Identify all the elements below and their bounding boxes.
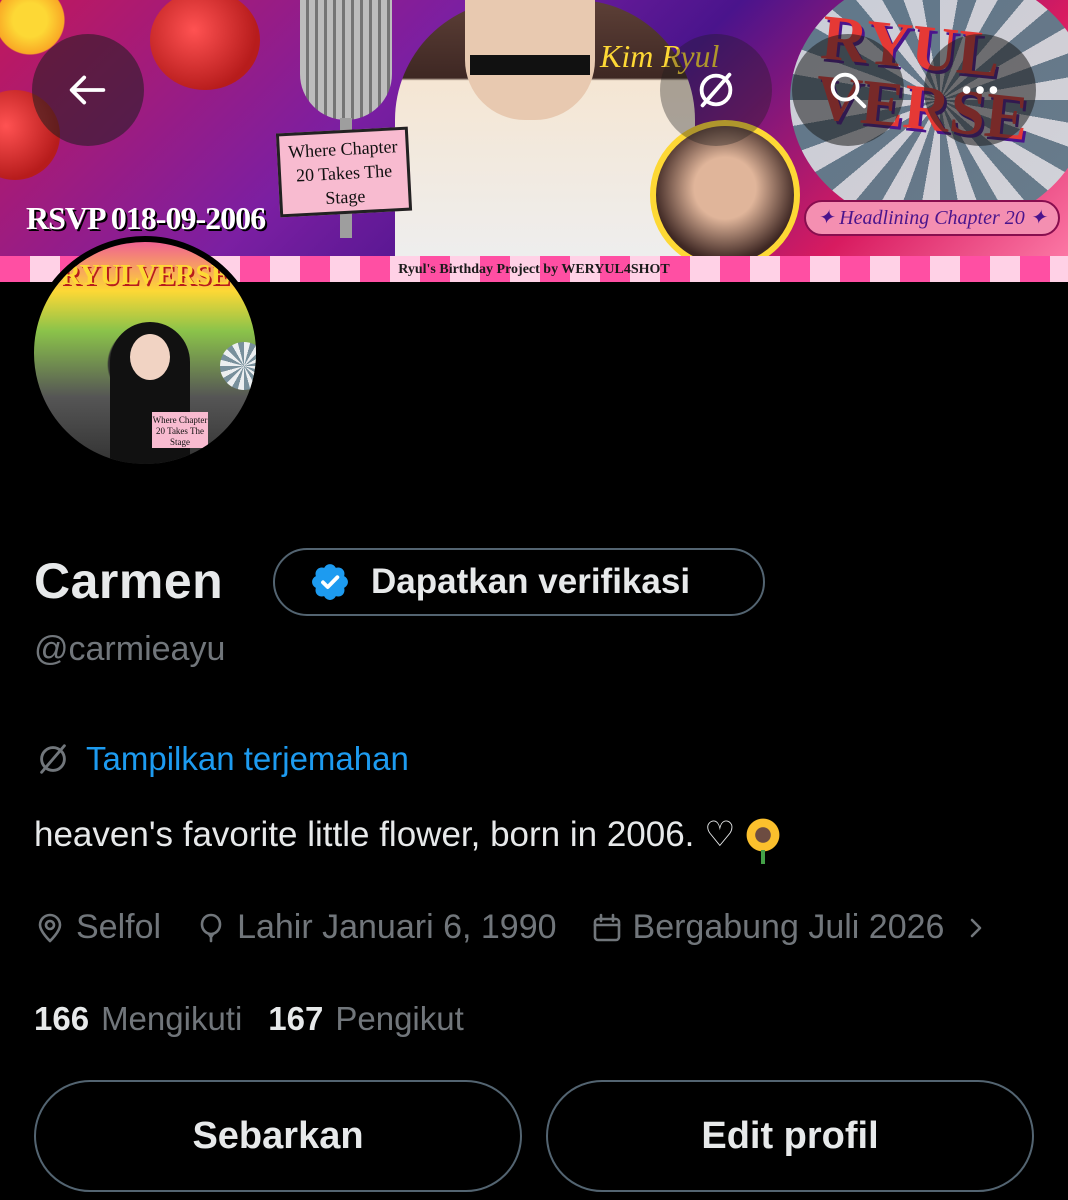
joined-text: Bergabung Juli 2026 — [632, 908, 945, 946]
calendar-icon — [593, 913, 620, 941]
profile-meta: Selfol Lahir Januari 6, 1990 Bergabung J… — [34, 908, 992, 947]
followers-count[interactable]: 167 — [268, 1000, 323, 1038]
avatar-disco-ball — [220, 342, 256, 390]
edit-profile-label: Edit profil — [701, 1114, 879, 1157]
translate-icon — [699, 72, 733, 108]
joined-item[interactable]: Bergabung Juli 2026 — [591, 908, 945, 947]
location-pin-icon — [38, 913, 62, 942]
sunflower-emoji-icon — [743, 816, 782, 864]
balloon-icon — [200, 913, 222, 942]
sunglasses-decoration — [470, 55, 590, 75]
verified-badge-icon — [312, 564, 348, 600]
search-button[interactable] — [792, 34, 904, 146]
banner-rsvp-text: RSVP 018-09-2006 — [26, 200, 266, 236]
get-verified-label: Dapatkan verifikasi — [371, 562, 691, 601]
banner-sign: Where Chapter 20 Takes The Stage — [275, 126, 413, 218]
microphone-decoration — [300, 0, 392, 120]
birthday-text: Lahir Januari 6, 1990 — [237, 908, 557, 946]
profile-avatar[interactable]: RYULVERSE Where Chapter 20 Takes The Sta… — [28, 236, 262, 470]
share-profile-button[interactable]: Sebarkan — [34, 1080, 522, 1192]
banner-headline: ✦ Headlining Chapter 20 ✦ — [804, 200, 1060, 236]
rose-decoration — [150, 0, 260, 90]
profile-handle: @carmieayu — [34, 630, 226, 668]
profile-name: Carmen — [34, 553, 224, 609]
show-translation-label: Tampilkan terjemahan — [86, 740, 409, 777]
more-button[interactable] — [924, 34, 1036, 146]
translate-button[interactable] — [660, 34, 772, 146]
translate-icon — [40, 744, 66, 774]
more-horizontal-icon — [962, 86, 998, 94]
edit-profile-button[interactable]: Edit profil — [546, 1080, 1034, 1192]
arrow-left-icon — [69, 75, 106, 105]
share-profile-label: Sebarkan — [192, 1114, 364, 1157]
avatar-title: RYULVERSE — [60, 260, 230, 291]
search-icon — [830, 72, 867, 109]
location-text: Selfol — [76, 908, 162, 946]
profile-stats: 166 Mengikuti 167 Pengikut — [34, 1000, 490, 1038]
chevron-right-icon[interactable] — [960, 912, 992, 944]
back-button[interactable] — [32, 34, 144, 146]
show-translation-link[interactable]: Tampilkan terjemahan — [34, 740, 409, 778]
get-verified-button[interactable]: Dapatkan verifikasi — [273, 548, 765, 616]
bio-text: heaven's favorite little flower, born in… — [34, 815, 736, 854]
avatar-sign: Where Chapter 20 Takes The Stage — [152, 412, 208, 448]
profile-bio: heaven's favorite little flower, born in… — [34, 815, 782, 864]
following-label[interactable]: Mengikuti — [101, 1000, 242, 1038]
following-count[interactable]: 166 — [34, 1000, 89, 1038]
birthday-item: Lahir Januari 6, 1990 — [195, 908, 557, 947]
followers-label[interactable]: Pengikut — [335, 1000, 463, 1038]
avatar-face — [130, 334, 170, 380]
location-item: Selfol — [34, 908, 161, 947]
